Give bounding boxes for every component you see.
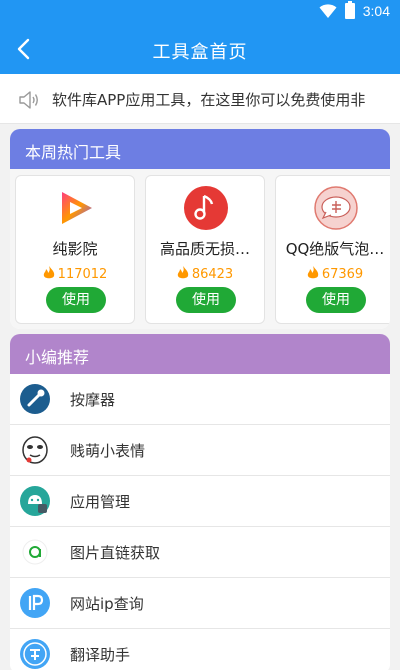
ip-icon bbox=[20, 588, 50, 618]
flame-icon bbox=[43, 266, 54, 279]
tool-card[interactable]: 高品质无损… 86423 使用 bbox=[145, 175, 265, 324]
tool-name: 纯影院 bbox=[52, 240, 98, 258]
hot-tools-header: 本周热门工具 bbox=[10, 129, 390, 169]
tool-hot-count: 117012 bbox=[16, 266, 134, 282]
list-item-label: 贱萌小表情 bbox=[70, 442, 146, 460]
page-title: 工具盒首页 bbox=[152, 42, 248, 63]
flame-icon bbox=[307, 266, 319, 279]
status-icons: 3:04 bbox=[319, 1, 390, 19]
toolbar: 工具盒首页 bbox=[0, 24, 400, 74]
recommend-header: 小编推荐 bbox=[10, 334, 390, 374]
list-item-ip-lookup[interactable]: 网站ip查询 bbox=[10, 578, 390, 629]
list-item-label: 网站ip查询 bbox=[70, 595, 144, 613]
speaker-icon bbox=[19, 91, 38, 109]
status-time: 3:04 bbox=[362, 3, 390, 19]
list-item-massager[interactable]: 按摩器 bbox=[10, 374, 390, 425]
use-button[interactable]: 使用 bbox=[306, 287, 366, 313]
tool-card[interactable]: 纯影院 117012 使用 bbox=[15, 175, 135, 324]
tool-hot-count: 86423 bbox=[146, 266, 264, 282]
use-button[interactable]: 使用 bbox=[46, 287, 106, 313]
bubble-icon bbox=[314, 186, 358, 230]
notice-bar: 软件库APP应用工具，在这里你可以免费使用非 bbox=[0, 74, 400, 124]
list-item-label: 图片直链获取 bbox=[70, 544, 161, 562]
tool-name: QQ绝版气泡… bbox=[285, 240, 385, 258]
tool-name: 高品质无损… bbox=[159, 240, 250, 258]
tool-card[interactable]: QQ绝版气泡… 67369 使用 bbox=[275, 175, 390, 324]
android-icon bbox=[20, 486, 50, 516]
play-icon bbox=[62, 192, 92, 224]
emoji-face-icon bbox=[22, 436, 48, 464]
recommend-section: 小编推荐 按摩器 贱萌小表情 应用管理 图片直链获取 网站ip查询 翻译助手 bbox=[10, 334, 390, 670]
tool-hot-count: 67369 bbox=[276, 266, 390, 282]
massager-icon bbox=[20, 384, 50, 414]
image-link-icon bbox=[22, 539, 48, 565]
translate-icon bbox=[20, 639, 50, 669]
list-item-app-manager[interactable]: 应用管理 bbox=[10, 476, 390, 527]
list-item-label: 翻译助手 bbox=[70, 646, 131, 664]
tool-count-value: 86423 bbox=[191, 267, 234, 282]
hot-tools-section: 本周热门工具 纯影院 117012 使用 高品质无损… 86423 使用 QQ绝… bbox=[10, 129, 390, 329]
battery-icon bbox=[344, 1, 355, 19]
list-item-emoji[interactable]: 贱萌小表情 bbox=[10, 425, 390, 476]
list-item-label: 应用管理 bbox=[70, 493, 131, 511]
tool-count-value: 117012 bbox=[57, 267, 108, 282]
use-button[interactable]: 使用 bbox=[176, 287, 236, 313]
notice-text: 软件库APP应用工具，在这里你可以免费使用非 bbox=[52, 91, 366, 109]
list-item-translate[interactable]: 翻译助手 bbox=[10, 629, 390, 670]
music-note-icon bbox=[184, 186, 228, 230]
list-item-label: 按摩器 bbox=[70, 391, 116, 409]
tool-count-value: 67369 bbox=[321, 267, 364, 282]
status-bar: 3:04 bbox=[0, 0, 400, 24]
hot-tools-row: 纯影院 117012 使用 高品质无损… 86423 使用 QQ绝版气泡… 67… bbox=[10, 169, 390, 329]
recommend-list: 按摩器 贱萌小表情 应用管理 图片直链获取 网站ip查询 翻译助手 bbox=[10, 374, 390, 670]
flame-icon bbox=[177, 266, 189, 279]
list-item-image-link[interactable]: 图片直链获取 bbox=[10, 527, 390, 578]
wifi-icon bbox=[319, 4, 337, 18]
